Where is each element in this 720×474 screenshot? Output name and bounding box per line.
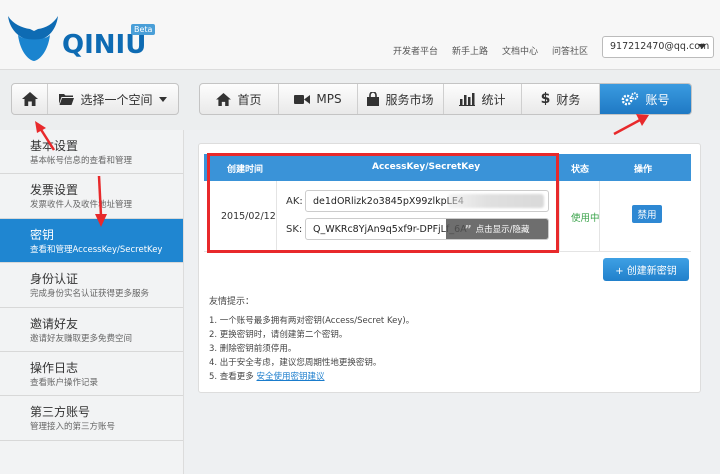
tip-item: 5. 查看更多 安全使用密钥建议 [209, 370, 414, 384]
caret-down-icon [158, 96, 167, 102]
sidebar-item-title: 邀请好友 [30, 316, 79, 331]
video-icon [294, 94, 311, 104]
key-blur-mask [448, 194, 544, 208]
tip-item-prefix: 5. 查看更多 [209, 372, 257, 382]
tips-title: 友情提示： [209, 297, 255, 307]
header-keys: AccessKey/SecretKey [372, 162, 481, 172]
tab-home[interactable]: 首页 [200, 84, 279, 114]
toggle-reveal-button[interactable]: ” 点击显示/隐藏 [446, 219, 548, 239]
sidebar-item-title: 基本设置 [30, 139, 79, 153]
sidebar-item-desc: 邀请好友赚取更多免费空间 [30, 333, 133, 344]
tab-service-market[interactable]: 服务市场 [358, 84, 444, 114]
tab-home-label: 首页 [237, 92, 262, 107]
tab-account-label: 账号 [645, 92, 670, 107]
link-developer-platform[interactable]: 开发者平台 [393, 44, 438, 57]
sidebar-item-title: 第三方账号 [30, 405, 91, 420]
folder-icon [59, 94, 75, 105]
keys-table-header: 创建时间 AccessKey/SecretKey 状态 操作 [204, 154, 691, 181]
quote-icon: ” [464, 222, 472, 236]
space-selector-label: 选择一个空间 [80, 92, 153, 107]
tab-service-market-label: 服务市场 [385, 92, 434, 107]
gears-icon [622, 92, 639, 106]
link-qa-community[interactable]: 问答社区 [552, 44, 588, 57]
tab-statistics-label: 统计 [481, 92, 506, 107]
sidebar-item-desc: 完成身份实名认证获得更多服务 [30, 289, 150, 300]
sidebar-item-third-party-accounts[interactable]: 第三方账号 管理接入的第三方账号 [0, 396, 183, 441]
tip-item: 2. 更换密钥时，请创建第二个密钥。 [209, 330, 348, 340]
sk-label: SK: [286, 224, 303, 235]
key-status: 使用中 [571, 213, 600, 224]
bag-icon [367, 92, 380, 106]
space-nav-group: 选择一个空间 [11, 83, 179, 115]
tip-item: 4. 出于安全考虑，建议您周期性地更换密钥。 [209, 358, 382, 368]
sidebar: 基本设置 基本帐号信息的查看和管理 发票设置 发票收件人及收件地址管理 密钥 查… [0, 130, 184, 474]
secret-key-value: Q_WKRc8YjAn9q5xf9r-DPFjLf_6A [313, 224, 467, 235]
tips-list: 1. 一个账号最多拥有两对密钥(Access/Secret Key)。 2. 更… [209, 314, 414, 384]
tab-finance[interactable]: $ 财务 [522, 84, 600, 114]
home-icon [21, 92, 38, 106]
disable-key-button[interactable]: 禁用 [632, 205, 662, 223]
header-created: 创建时间 [227, 165, 264, 175]
tip-item: 3. 删除密钥前须停用。 [209, 344, 297, 354]
tip-item: 1. 一个账号最多拥有两对密钥(Access/Secret Key)。 [209, 316, 415, 326]
main-tabs: 首页 MPS 服务市场 统计 $ 财务 账号 [199, 83, 692, 115]
sidebar-item-desc: 查看和管理AccessKey/SecretKey [30, 244, 163, 255]
sidebar-item-desc: 管理接入的第三方账号 [30, 422, 116, 433]
top-links: 开发者平台 新手上路 文档中心 问答社区 [393, 44, 588, 57]
tab-account[interactable]: 账号 [600, 84, 691, 114]
top-header: QINIU Beta 开发者平台 新手上路 文档中心 问答社区 91721247… [0, 0, 720, 70]
account-dropdown[interactable]: 917212470@qq.com [602, 36, 714, 58]
sidebar-item-identity-verification[interactable]: 身份认证 完成身份实名认证获得更多服务 [0, 263, 183, 308]
header-action: 操作 [634, 165, 653, 175]
link-docs[interactable]: 文档中心 [502, 44, 538, 57]
column-divider [559, 181, 560, 252]
sidebar-item-invite-friends[interactable]: 邀请好友 邀请好友赚取更多免费空间 [0, 308, 183, 352]
sidebar-item-title: 操作日志 [30, 360, 79, 375]
sidebar-item-desc: 查看账户操作记录 [30, 377, 99, 388]
home-button[interactable] [12, 84, 48, 114]
sidebar-item-basic-settings[interactable]: 基本设置 基本帐号信息的查看和管理 [0, 130, 183, 175]
tab-mps-label: MPS [316, 92, 342, 106]
sidebar-item-title: 密钥 [30, 227, 55, 242]
sidebar-item-desc: 发票收件人及收件地址管理 [30, 200, 133, 211]
sidebar-item-title: 发票设置 [30, 183, 79, 198]
sidebar-item-keys[interactable]: 密钥 查看和管理AccessKey/SecretKey [0, 218, 183, 264]
access-key-value: de1dORlizk2o3845pX99zlkpLE4 [313, 196, 464, 207]
link-getting-started[interactable]: 新手上路 [452, 44, 488, 57]
created-date: 2015/02/12 [221, 211, 276, 222]
home-icon [216, 92, 232, 106]
create-key-button[interactable]: + 创建新密钥 [603, 258, 689, 281]
column-divider [276, 181, 277, 252]
access-key-field[interactable]: de1dORlizk2o3845pX99zlkpLE4 [305, 190, 549, 212]
key-security-link[interactable]: 安全使用密钥建议 [257, 372, 325, 382]
table-row: 2015/02/12 AK: de1dORlizk2o3845pX99zlkpL… [204, 181, 691, 252]
sidebar-item-invoice-settings[interactable]: 发票设置 发票收件人及收件地址管理 [0, 174, 183, 219]
sidebar-item-title: 身份认证 [30, 272, 79, 287]
toggle-reveal-label: 点击显示/隐藏 [475, 225, 530, 235]
chevron-down-icon [698, 44, 706, 49]
secret-key-field[interactable]: Q_WKRc8YjAn9q5xf9r-DPFjLf_6A ” 点击显示/隐藏 [305, 218, 549, 240]
dollar-icon: $ [540, 91, 551, 107]
beta-badge: Beta [131, 24, 156, 35]
sidebar-item-desc: 基本帐号信息的查看和管理 [30, 156, 133, 166]
space-selector[interactable]: 选择一个空间 [48, 84, 178, 114]
nav-band: 选择一个空间 首页 MPS 服务市场 统计 $ 财务 账号 [0, 70, 720, 130]
sidebar-item-operation-log[interactable]: 操作日志 查看账户操作记录 [0, 352, 183, 397]
tab-mps[interactable]: MPS [279, 84, 358, 114]
account-email: 917212470@qq.com [610, 41, 710, 52]
keys-panel: 创建时间 AccessKey/SecretKey 状态 操作 2015/02/1… [198, 143, 701, 393]
header-status: 状态 [571, 165, 590, 175]
tab-finance-label: 财务 [556, 92, 581, 107]
bar-chart-icon [459, 92, 476, 106]
tab-statistics[interactable]: 统计 [444, 84, 522, 114]
ak-label: AK: [286, 196, 303, 207]
